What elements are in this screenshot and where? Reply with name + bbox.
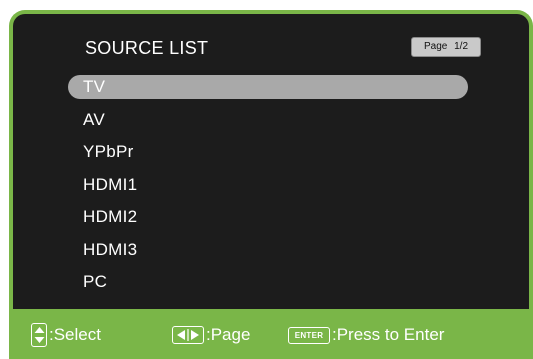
- up-down-arrows-icon: [31, 323, 47, 347]
- select-hint: :Select: [31, 323, 101, 347]
- source-item-pc[interactable]: PC: [68, 270, 468, 294]
- source-list-osd: SOURCE LIST Page 1/2 TV AV YPbPr HDMI1 H…: [9, 10, 533, 359]
- source-list: TV AV YPbPr HDMI1 HDMI2 HDMI3 PC: [68, 75, 468, 303]
- source-item-tv[interactable]: TV: [68, 75, 468, 99]
- control-hints-bar: :Select :Page ENTER :Press to Enter: [9, 314, 533, 359]
- source-item-ypbpr[interactable]: YPbPr: [68, 140, 468, 164]
- source-item-hdmi2[interactable]: HDMI2: [68, 205, 468, 229]
- page-indicator-badge: Page 1/2: [411, 37, 481, 57]
- source-item-hdmi3[interactable]: HDMI3: [68, 238, 468, 262]
- source-item-av[interactable]: AV: [68, 108, 468, 132]
- page-hint-label: :Page: [206, 325, 251, 344]
- enter-hint: ENTER :Press to Enter: [288, 323, 444, 347]
- select-hint-label: :Select: [49, 325, 101, 344]
- source-item-hdmi1[interactable]: HDMI1: [68, 173, 468, 197]
- enter-hint-label: :Press to Enter: [332, 325, 445, 344]
- enter-key-icon: ENTER: [288, 326, 330, 344]
- page-hint: :Page: [172, 323, 250, 347]
- left-right-arrows-icon: [172, 326, 204, 344]
- menu-title: SOURCE LIST: [85, 38, 209, 58]
- menu-panel: SOURCE LIST Page 1/2 TV AV YPbPr HDMI1 H…: [13, 14, 529, 309]
